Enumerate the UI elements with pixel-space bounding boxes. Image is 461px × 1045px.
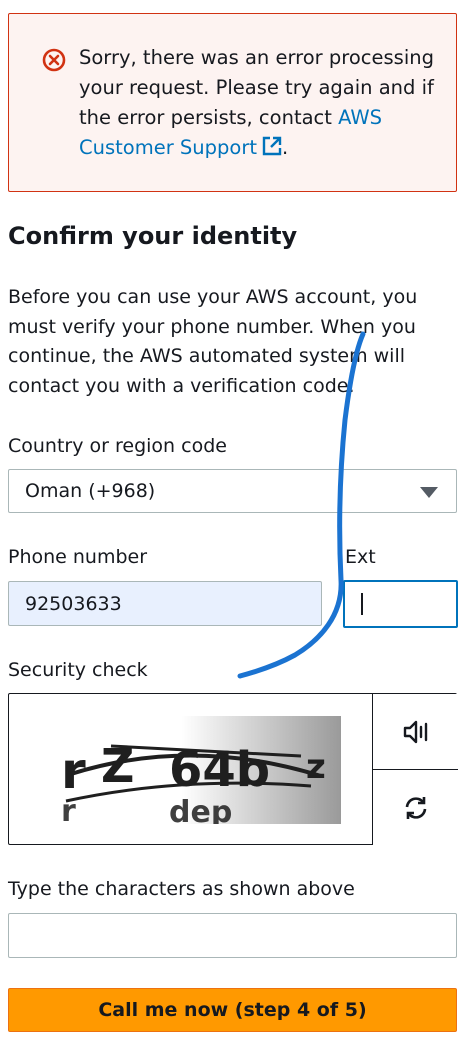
error-message-suffix: . [282,136,289,159]
page-title: Confirm your identity [8,222,298,250]
country-select[interactable]: Oman (+968) [8,469,457,513]
country-label: Country or region code [8,435,227,457]
error-message: Sorry, there was an error processing you… [79,43,439,163]
captcha-input[interactable] [8,913,457,958]
chevron-down-icon [420,487,438,498]
phone-number-input[interactable] [8,581,322,626]
svg-text:z: z [306,747,326,787]
call-me-now-button[interactable]: Call me now (step 4 of 5) [8,988,457,1032]
error-circle-icon [42,48,66,72]
external-link-icon [262,136,282,156]
ext-input[interactable] [343,580,458,628]
refresh-captcha-button[interactable] [372,770,458,845]
captcha-box: r Z 64b z r dep [8,693,458,845]
captcha-chars-label: Type the characters as shown above [8,878,355,900]
security-check-label: Security check [8,659,148,681]
speaker-icon [403,720,427,743]
phone-label: Phone number [8,546,148,568]
text-cursor [361,593,363,615]
audio-captcha-button[interactable] [372,694,458,770]
error-alert: Sorry, there was an error processing you… [8,13,457,192]
captcha-image: r Z 64b z r dep [51,716,341,824]
country-select-value: Oman (+968) [25,480,156,502]
ext-label: Ext [345,546,376,568]
page-description: Before you can use your AWS account, you… [8,286,418,397]
svg-text:dep: dep [169,795,232,824]
refresh-icon [405,796,426,819]
